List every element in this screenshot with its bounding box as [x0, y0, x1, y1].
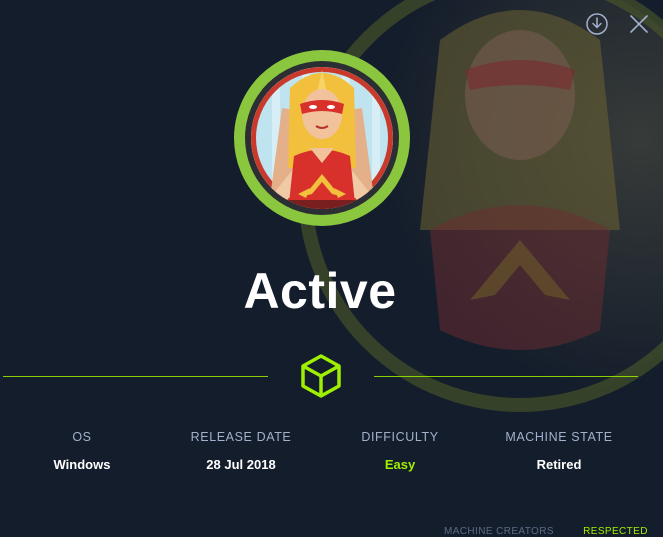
- stat-machine-state: MACHINE STATE Retired: [479, 430, 639, 472]
- footer-section-labels: MACHINE CREATORS RESPECTED: [444, 526, 648, 537]
- machine-name: Active: [243, 263, 397, 319]
- stat-difficulty: DIFFICULTY Easy: [320, 430, 480, 472]
- stat-label: OS: [72, 430, 92, 444]
- stat-label: DIFFICULTY: [361, 430, 439, 444]
- stat-os: OS Windows: [2, 430, 162, 472]
- stat-label: RELEASE DATE: [190, 430, 292, 444]
- download-button[interactable]: [583, 10, 611, 38]
- difficulty-value: Easy: [384, 457, 416, 472]
- stat-label: MACHINE STATE: [505, 430, 613, 444]
- divider-right: [374, 376, 638, 377]
- respected-label: RESPECTED: [583, 526, 648, 537]
- divider-left: [3, 376, 268, 377]
- stat-value: 28 Jul 2018: [206, 457, 276, 472]
- close-icon: [630, 15, 648, 33]
- download-icon: [586, 13, 608, 35]
- stat-value: Windows: [53, 457, 111, 472]
- stat-release-date: RELEASE DATE 28 Jul 2018: [161, 430, 321, 472]
- creators-label: MACHINE CREATORS: [444, 526, 554, 537]
- close-button[interactable]: [625, 10, 653, 38]
- cube-icon: [301, 354, 341, 398]
- stat-value: Retired: [536, 457, 582, 472]
- machine-avatar: [232, 48, 412, 228]
